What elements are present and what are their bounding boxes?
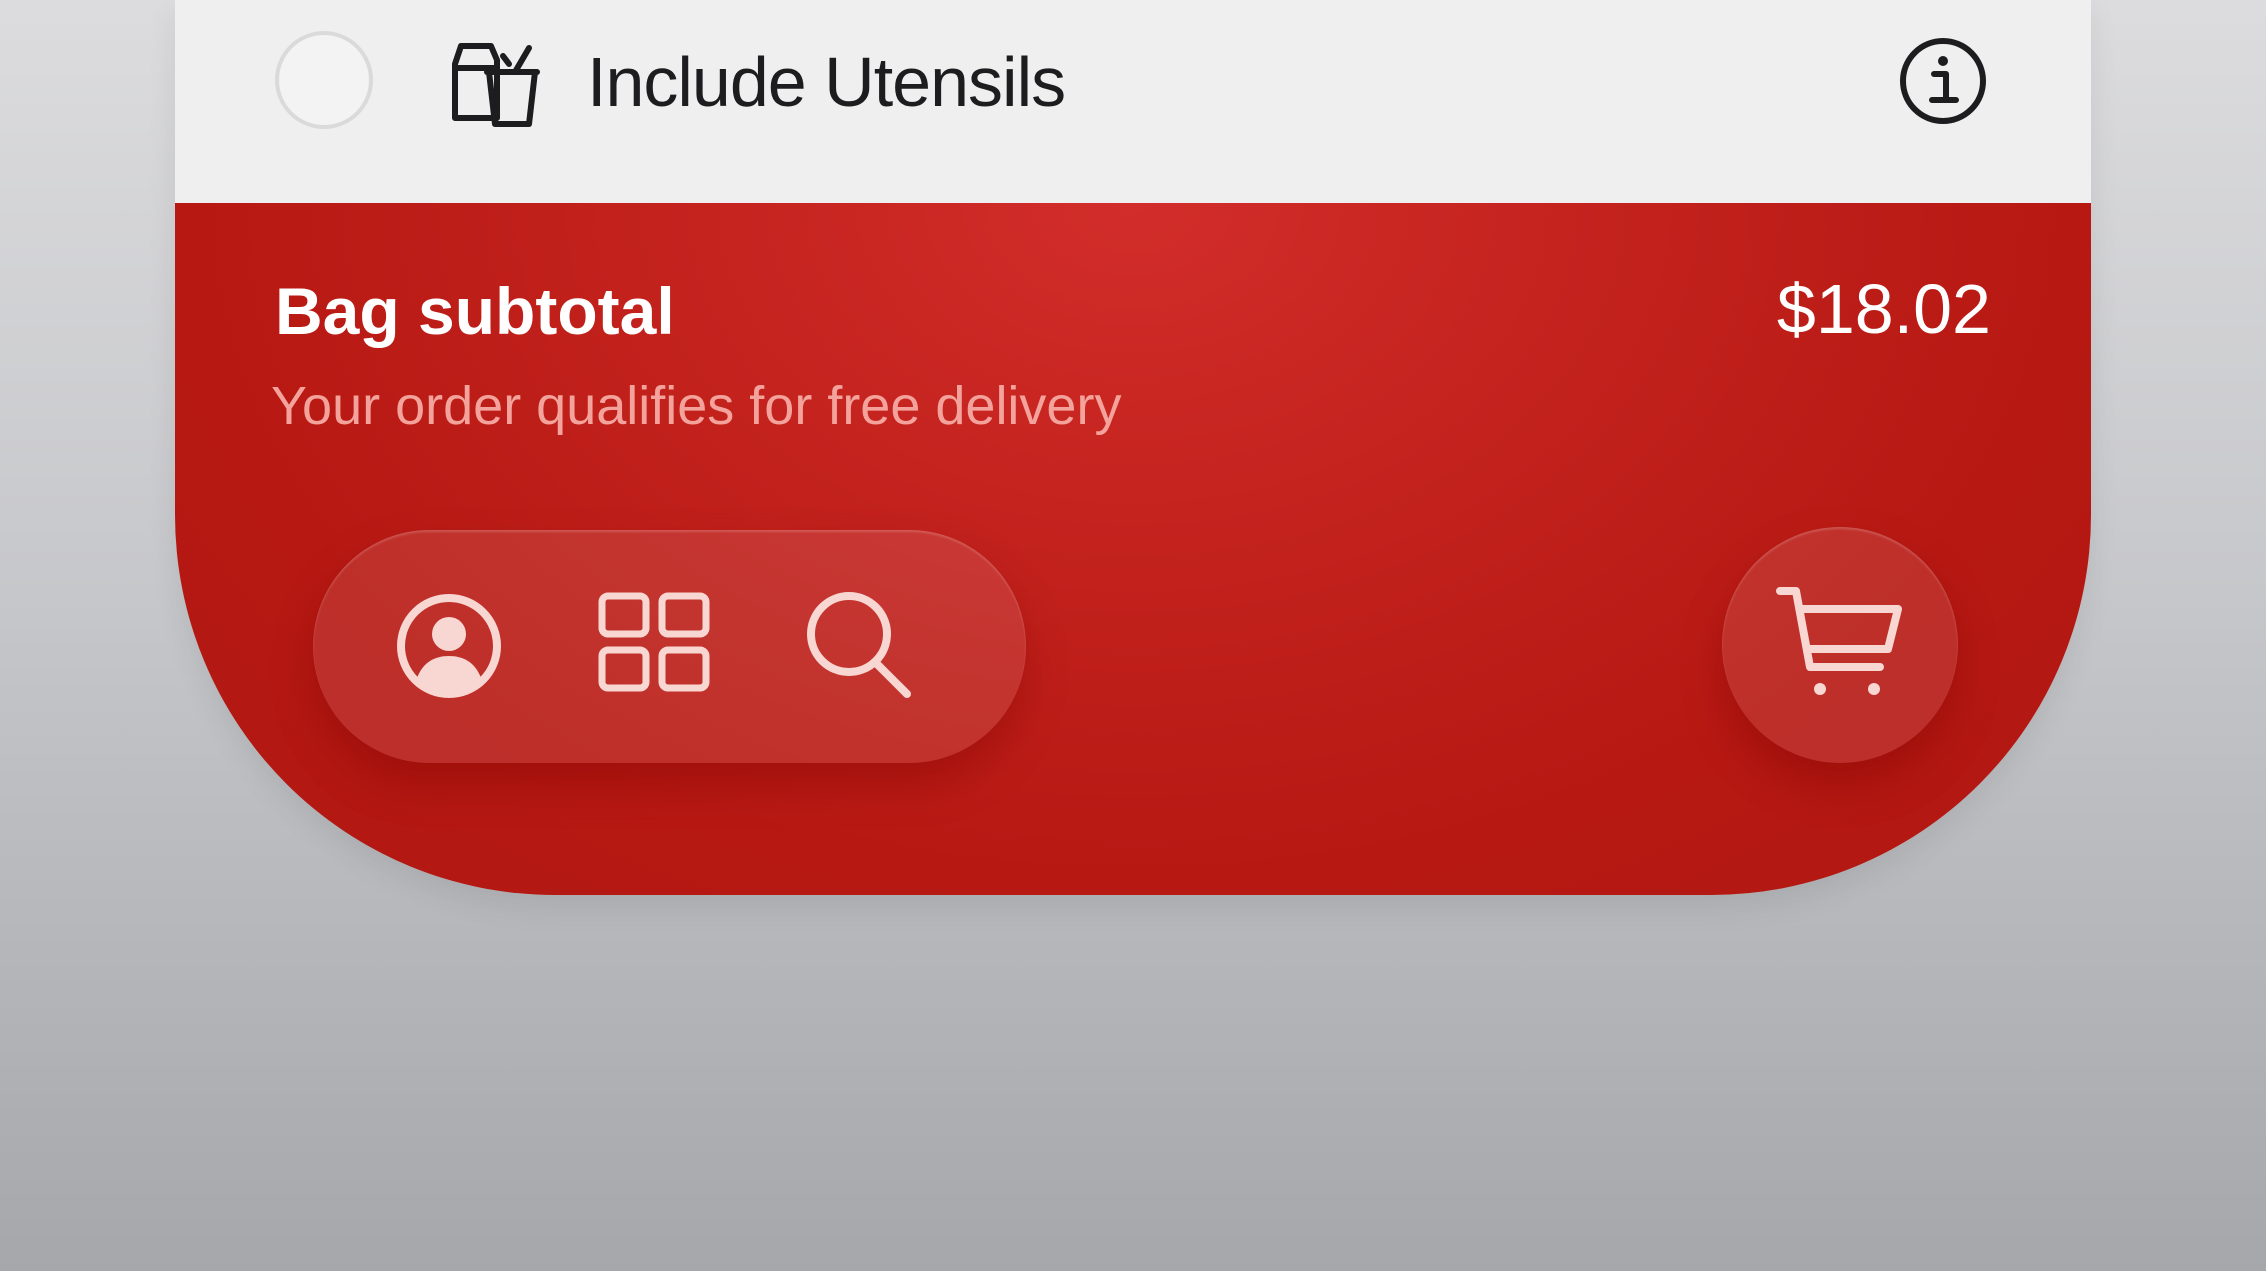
include-utensils-row[interactable]: Include Utensils bbox=[175, 0, 2091, 203]
bag-subtotal-panel: Bag subtotal $18.02 Your order qualifies… bbox=[175, 203, 2091, 895]
bag-subtotal-title: Bag subtotal bbox=[275, 274, 675, 348]
bag-subtotal-amount: $18.02 bbox=[1776, 270, 1991, 348]
include-utensils-label: Include Utensils bbox=[587, 43, 1066, 121]
include-utensils-radio[interactable] bbox=[275, 31, 373, 129]
order-summary-card: Include Utensils Bag subtotal $18.02 You… bbox=[175, 0, 2091, 895]
free-delivery-note: Your order qualifies for free delivery bbox=[271, 376, 1122, 436]
cart-button[interactable] bbox=[1722, 527, 1958, 763]
bottom-tab-bar bbox=[313, 530, 1026, 763]
